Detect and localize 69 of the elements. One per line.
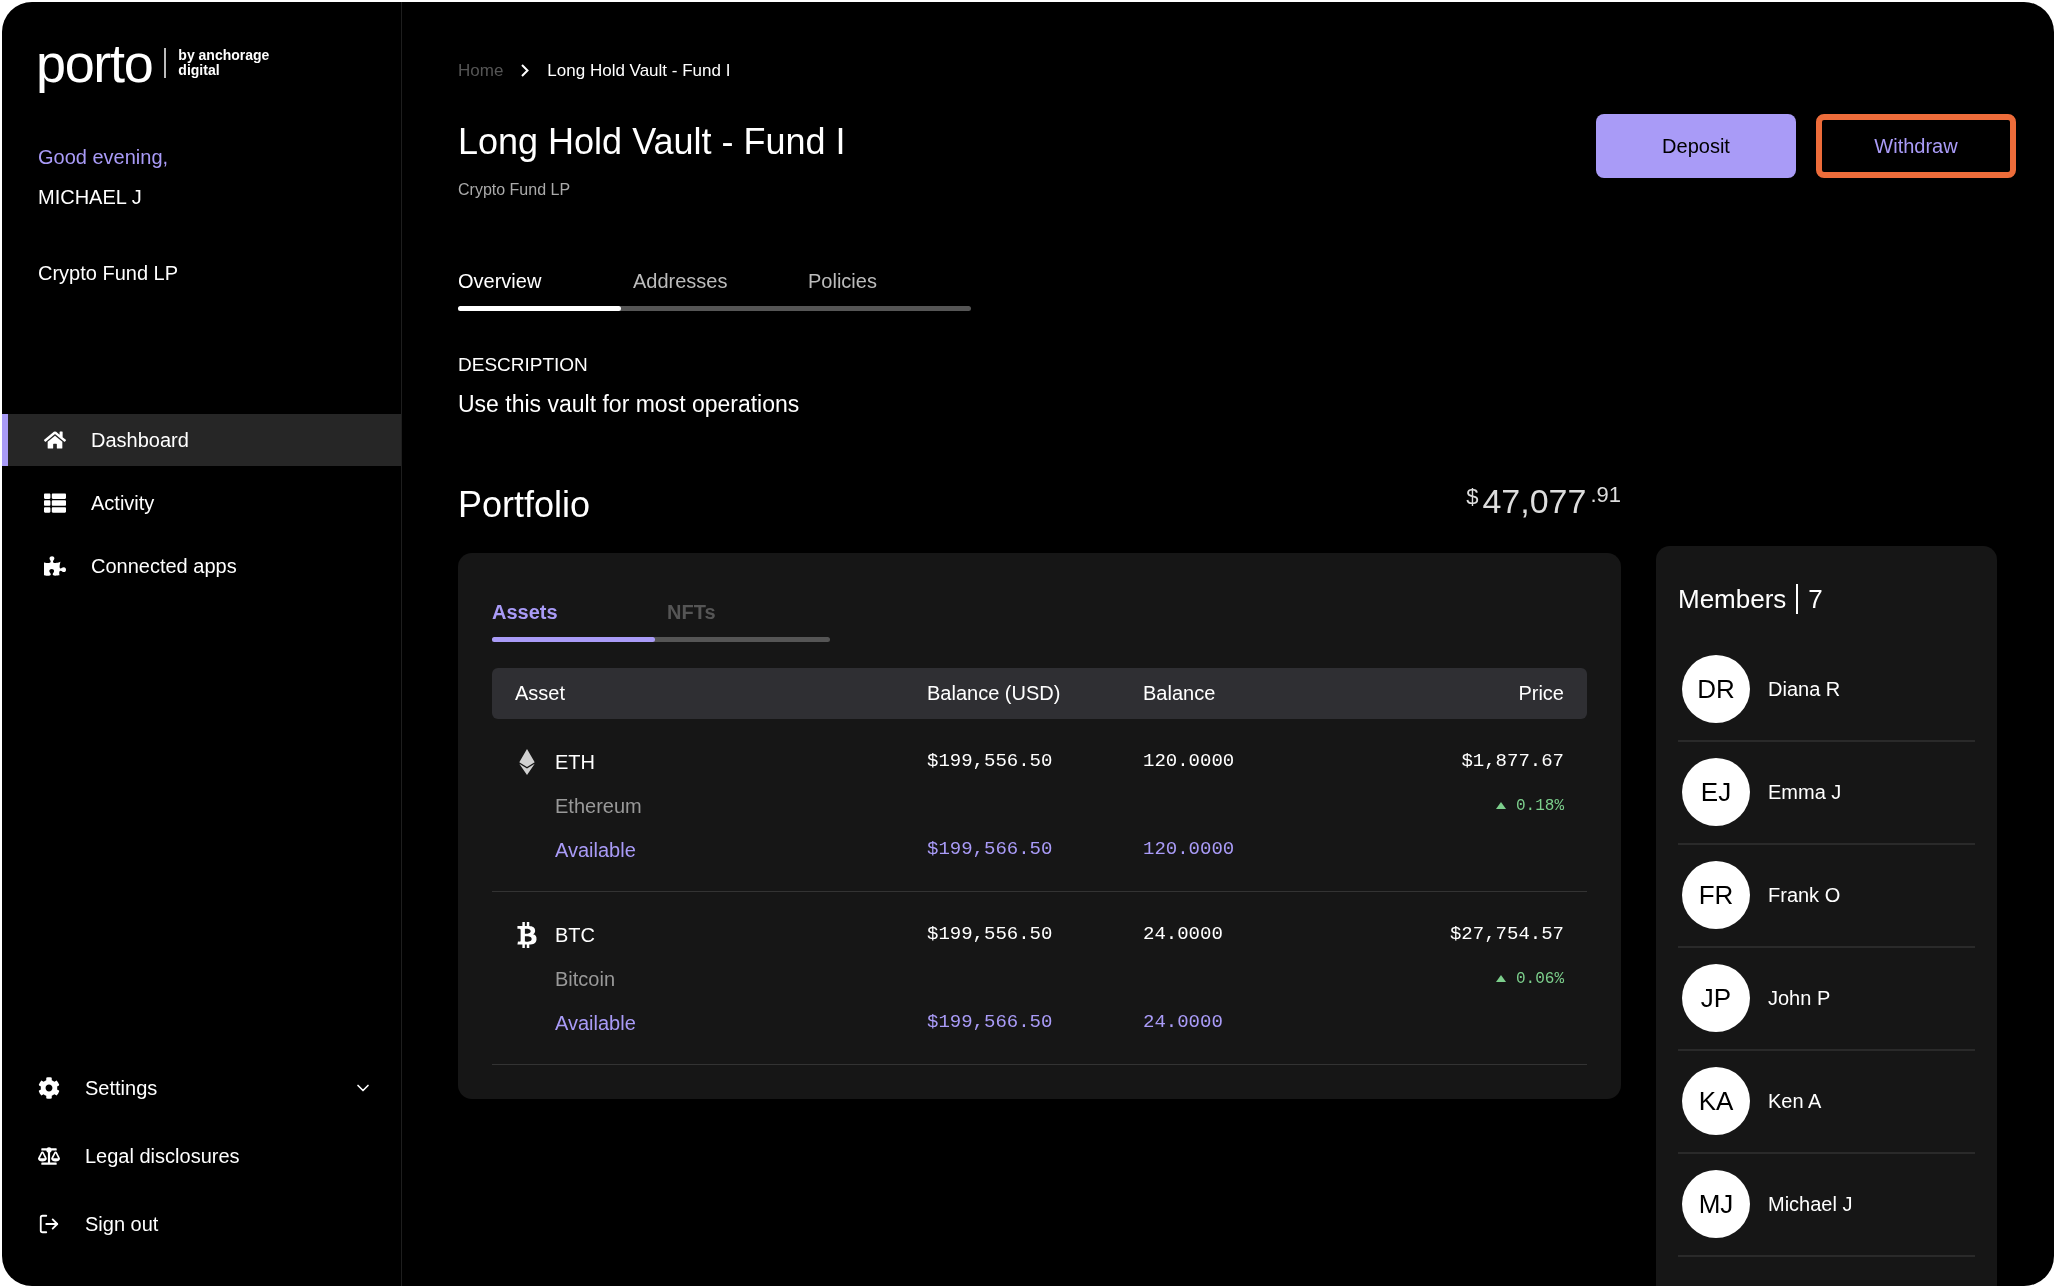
table-cell-text: 24.0000 — [1143, 1010, 1224, 1036]
member-name: John P — [1768, 986, 1831, 1011]
organization-name: Crypto Fund LP — [37, 261, 180, 286]
avatar: KA — [1682, 1067, 1750, 1135]
members-count: 7 — [1808, 582, 1823, 616]
table-cell-text: $199,556.50 — [927, 749, 1054, 775]
page-subtitle: Crypto Fund LP — [458, 179, 572, 200]
member-name: Ken A — [1768, 1089, 1822, 1114]
nav-item[interactable]: Dashboard — [2, 414, 401, 466]
trend-up-icon — [1496, 975, 1506, 982]
avatar: EJ — [1682, 758, 1750, 826]
asset-name: Bitcoin — [554, 966, 617, 992]
column-header: Asset — [515, 681, 567, 706]
home-icon — [44, 429, 66, 451]
sign-out-icon — [38, 1213, 60, 1235]
table-cell-text: 120.0000 — [1143, 837, 1236, 863]
price-change: 0.18% — [1516, 795, 1564, 817]
settings-icon — [38, 1077, 60, 1099]
logo-tagline: digital — [178, 63, 220, 78]
avatar: MJ — [1682, 1170, 1750, 1238]
nav-item[interactable]: Settings — [2, 1062, 401, 1114]
asset-symbol: BTC — [555, 922, 595, 948]
trend-up-icon — [1496, 802, 1506, 809]
asset-symbol: ETH — [555, 749, 595, 775]
page-title: Long Hold Vault - Fund I — [458, 119, 846, 164]
asset-name: Ethereum — [554, 793, 643, 819]
table-cell-text: $199,566.50 — [927, 837, 1054, 863]
column-header: Balance (USD) — [927, 681, 1062, 706]
available-label: Available — [554, 1010, 637, 1036]
members-title: Members — [1678, 582, 1787, 616]
member-name: Diana R — [1768, 677, 1841, 702]
table-cell-text: $27,754.57 — [1449, 922, 1564, 948]
available-label: Available — [554, 837, 637, 863]
tab[interactable]: Assets — [492, 596, 667, 627]
avatar: DR — [1682, 655, 1750, 723]
withdraw-button[interactable]: Withdraw — [1816, 113, 2016, 178]
nav-item[interactable]: Connected apps — [2, 540, 401, 592]
scale-icon — [38, 1145, 60, 1167]
column-header: Balance — [1143, 681, 1217, 706]
table-cell-text: 120.0000 — [1143, 749, 1236, 775]
puzzle-icon — [44, 555, 66, 577]
price-change: 0.06% — [1516, 968, 1564, 990]
bitcoin-icon — [515, 921, 539, 948]
nav-item[interactable]: Sign out — [2, 1198, 401, 1250]
table-cell-text: $199,566.50 — [927, 1010, 1054, 1036]
greeting: Good evening, — [37, 145, 170, 170]
tab[interactable]: Policies — [808, 265, 983, 296]
column-header: Price — [1518, 681, 1564, 706]
member-name: Emma J — [1768, 780, 1842, 805]
table-cell-text: 24.0000 — [1143, 922, 1224, 948]
member-name: Frank O — [1768, 883, 1841, 908]
chevron-right-icon — [521, 64, 530, 78]
nav-item[interactable]: Activity — [2, 477, 401, 529]
user-name: MICHAEL J — [37, 185, 143, 210]
tab[interactable]: Overview — [458, 265, 633, 296]
portfolio-title: Portfolio — [458, 482, 591, 527]
table-cell-text: $1,877.67 — [1461, 749, 1564, 775]
avatar: JP — [1682, 964, 1750, 1032]
breadcrumb-link[interactable]: Long Hold Vault - Fund I — [547, 58, 731, 84]
avatar: FR — [1682, 861, 1750, 929]
description-label: DESCRIPTION — [458, 352, 589, 377]
list-icon — [44, 492, 66, 514]
member-name: Michael J — [1768, 1192, 1853, 1217]
logo-tagline: by anchorage — [178, 48, 270, 63]
description-text: Use this vault for most operations — [458, 390, 801, 419]
nav-item[interactable]: Legal disclosures — [2, 1130, 401, 1182]
tab[interactable]: Addresses — [633, 265, 808, 296]
table-cell-text: $199,556.50 — [927, 922, 1054, 948]
deposit-button[interactable]: Deposit — [1596, 113, 1796, 178]
